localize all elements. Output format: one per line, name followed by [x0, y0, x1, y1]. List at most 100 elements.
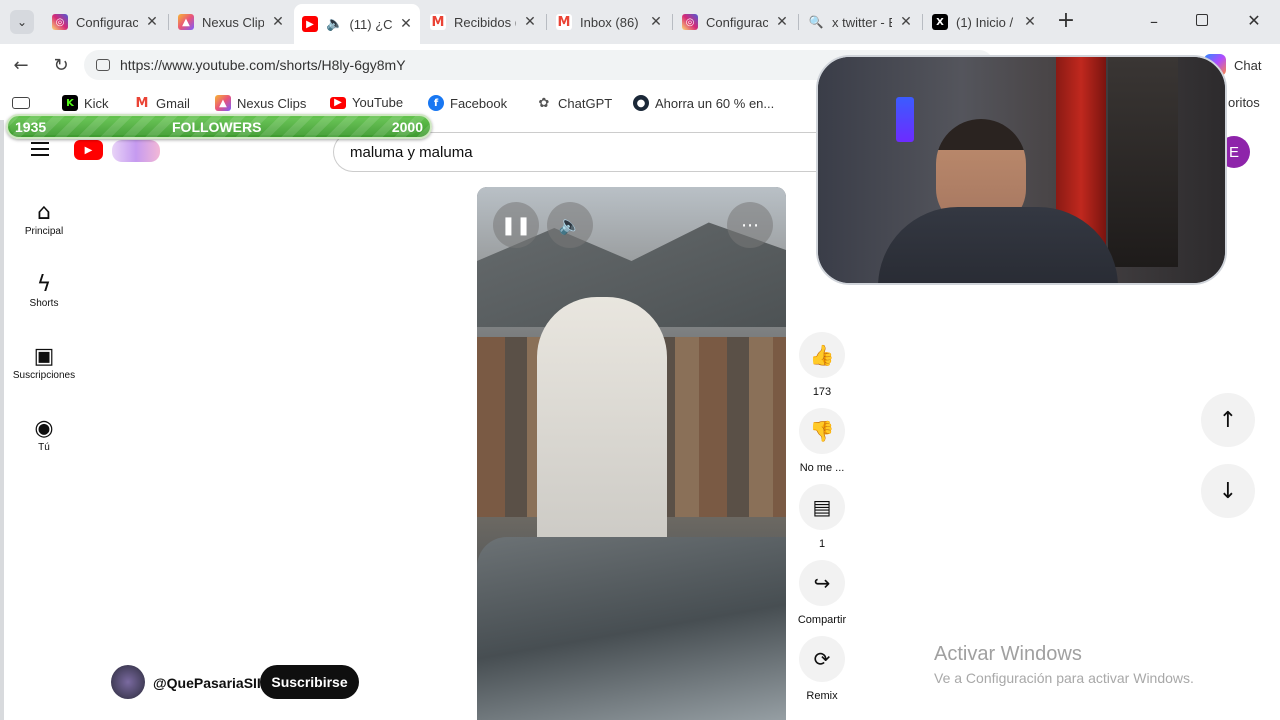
share-action[interactable]: ↪ Compartir: [796, 560, 848, 626]
sidebar-item-principal[interactable]: ⌂ Principal: [8, 198, 80, 238]
site-info-icon[interactable]: [96, 59, 110, 71]
tab-instagram-config-2[interactable]: ◎ Configurac ✕: [674, 8, 796, 36]
close-tab-icon[interactable]: ✕: [522, 14, 538, 30]
bookmark-label: YouTube: [352, 95, 404, 110]
x-icon: X: [932, 14, 948, 30]
close-tab-icon[interactable]: ✕: [144, 14, 160, 30]
share-label: Compartir: [797, 614, 847, 626]
restore-icon[interactable]: [1196, 14, 1208, 26]
close-tab-icon[interactable]: ✕: [270, 14, 286, 30]
subscriptions-icon: ▣: [33, 343, 55, 369]
bookmark-label: oritos: [1228, 95, 1260, 110]
like-icon[interactable]: 👍: [799, 332, 845, 378]
like-count: 173: [812, 386, 832, 398]
minimize-icon[interactable]: –: [1144, 12, 1164, 32]
tab-title: (11) ¿C: [349, 16, 392, 32]
tab-title: Recibidos (: [454, 14, 516, 30]
browser-tab-strip: ⌄ ◎ Configurac ✕ ▲ Nexus Clip ✕ ▶ 🔈 (11)…: [0, 0, 1280, 44]
video-skeleton-figure: [537, 297, 667, 577]
shorts-icon: ϟ: [36, 271, 52, 297]
sidebar-item-shorts[interactable]: ϟ Shorts: [8, 270, 80, 310]
bookmark-label: Facebook: [450, 95, 508, 111]
sidebar-item-label: Tú: [38, 442, 50, 453]
remix-icon[interactable]: ⟳: [799, 636, 845, 682]
nexus-clips-icon: ▲: [215, 95, 231, 111]
remix-label: Remix: [806, 690, 838, 702]
tab-nexus-clips[interactable]: ▲ Nexus Clip ✕: [170, 8, 292, 36]
hamburger-menu-icon[interactable]: [31, 142, 49, 156]
next-short-arrow-icon[interactable]: ↓: [1201, 464, 1255, 518]
bookmark-chatgpt[interactable]: ✿ ChatGPT: [536, 95, 613, 111]
new-tab-icon[interactable]: +: [1054, 10, 1078, 34]
comment-count: 1: [818, 538, 826, 550]
subscribe-button[interactable]: Suscribirse: [260, 665, 359, 699]
bookmark-steam[interactable]: ● Ahorra un 60 % en...: [633, 95, 774, 111]
bookmark-facebook[interactable]: f Facebook: [428, 95, 507, 111]
close-tab-icon[interactable]: ✕: [648, 14, 664, 30]
url-text[interactable]: https://www.youtube.com/shorts/H8ly-6gy8…: [120, 57, 406, 73]
gmail-icon: M: [556, 14, 572, 30]
followers-goal-bar: 1935 FOLLOWERS 2000: [6, 114, 432, 139]
kick-icon: K: [62, 95, 78, 111]
webcam-doorway: [1108, 57, 1178, 267]
sidebar-item-tu[interactable]: ◉ Tú: [8, 414, 80, 454]
tab-search-x-twitter[interactable]: 🔍 x twitter - B ✕: [800, 8, 920, 36]
sidebar-item-suscripciones[interactable]: ▣ Suscripciones: [8, 342, 80, 382]
tab-list-chevron-icon[interactable]: ⌄: [10, 10, 34, 34]
close-tab-icon[interactable]: ✕: [1022, 14, 1038, 30]
tab-instagram-config[interactable]: ◎ Configurac ✕: [44, 8, 166, 36]
previous-short-arrow-icon[interactable]: ↑: [1201, 393, 1255, 447]
tab-title: Inbox (86): [580, 14, 639, 30]
bookmark-favorites-overflow[interactable]: oritos: [1228, 95, 1260, 110]
bookmark-apps-icon[interactable]: [12, 97, 30, 109]
sidebar-item-label: Suscripciones: [12, 370, 76, 381]
close-tab-icon[interactable]: ✕: [898, 14, 914, 30]
dislike-icon[interactable]: 👎: [799, 408, 845, 454]
youtube-logo-icon[interactable]: ▶: [74, 140, 103, 160]
close-tab-icon[interactable]: ✕: [774, 14, 790, 30]
share-icon[interactable]: ↪: [799, 560, 845, 606]
tab-gmail-inbox[interactable]: M Inbox (86) ✕: [548, 8, 670, 36]
like-action[interactable]: 👍 173: [796, 332, 848, 398]
volume-button[interactable]: 🔈: [547, 202, 593, 248]
shorts-video-player[interactable]: ❚❚ 🔈 ⋯: [477, 187, 786, 720]
dislike-action[interactable]: 👎 No me ...: [796, 408, 848, 474]
video-water-trough: [477, 537, 786, 720]
followers-current: 1935: [15, 119, 47, 135]
sidebar-item-label: Principal: [24, 226, 64, 237]
close-window-icon[interactable]: ✕: [1244, 11, 1264, 31]
steam-icon: ●: [633, 95, 649, 111]
bookmark-youtube[interactable]: ▶ YouTube: [330, 95, 403, 110]
more-options-button[interactable]: ⋯: [727, 202, 773, 248]
close-tab-icon[interactable]: ✕: [398, 16, 414, 32]
audio-playing-icon[interactable]: 🔈: [326, 16, 343, 32]
pause-button[interactable]: ❚❚: [493, 202, 539, 248]
bookmark-label: Gmail: [156, 95, 190, 111]
reload-icon[interactable]: ↻: [48, 52, 74, 78]
search-icon: 🔍: [808, 15, 824, 29]
followers-label: FOLLOWERS: [172, 119, 262, 135]
bookmark-nexus-clips[interactable]: ▲ Nexus Clips: [215, 95, 306, 111]
youtube-icon: ▶: [302, 16, 318, 32]
bookmark-gmail[interactable]: M Gmail: [134, 95, 190, 111]
gmail-icon: M: [430, 14, 446, 30]
bookmark-kick[interactable]: K Kick: [62, 95, 109, 111]
comment-icon[interactable]: ▤: [799, 484, 845, 530]
channel-name[interactable]: @QuePasariaSII: [153, 675, 261, 691]
comment-action[interactable]: ▤ 1: [796, 484, 848, 550]
bookmark-label: Kick: [84, 95, 109, 111]
remix-action[interactable]: ⟳ Remix: [796, 636, 848, 702]
tab-youtube-active[interactable]: ▶ 🔈 (11) ¿C ✕: [294, 4, 420, 44]
search-value[interactable]: maluma y maluma: [350, 144, 473, 161]
back-arrow-icon[interactable]: ←: [8, 52, 34, 78]
channel-avatar[interactable]: [111, 665, 145, 699]
webcam-shelf-lights: [896, 97, 914, 142]
youtube-icon: ▶: [330, 96, 346, 109]
tab-gmail-recibidos[interactable]: M Recibidos ( ✕: [422, 8, 544, 36]
chat-label: Chat: [1234, 57, 1262, 73]
windows-activation-subtitle: Ve a Configuración para activar Windows.: [934, 670, 1194, 686]
tab-x-inicio[interactable]: X (1) Inicio / ✕: [924, 8, 1044, 36]
bookmark-label: Nexus Clips: [237, 95, 307, 111]
gmail-icon: M: [134, 95, 150, 111]
dislike-label: No me ...: [799, 462, 845, 474]
